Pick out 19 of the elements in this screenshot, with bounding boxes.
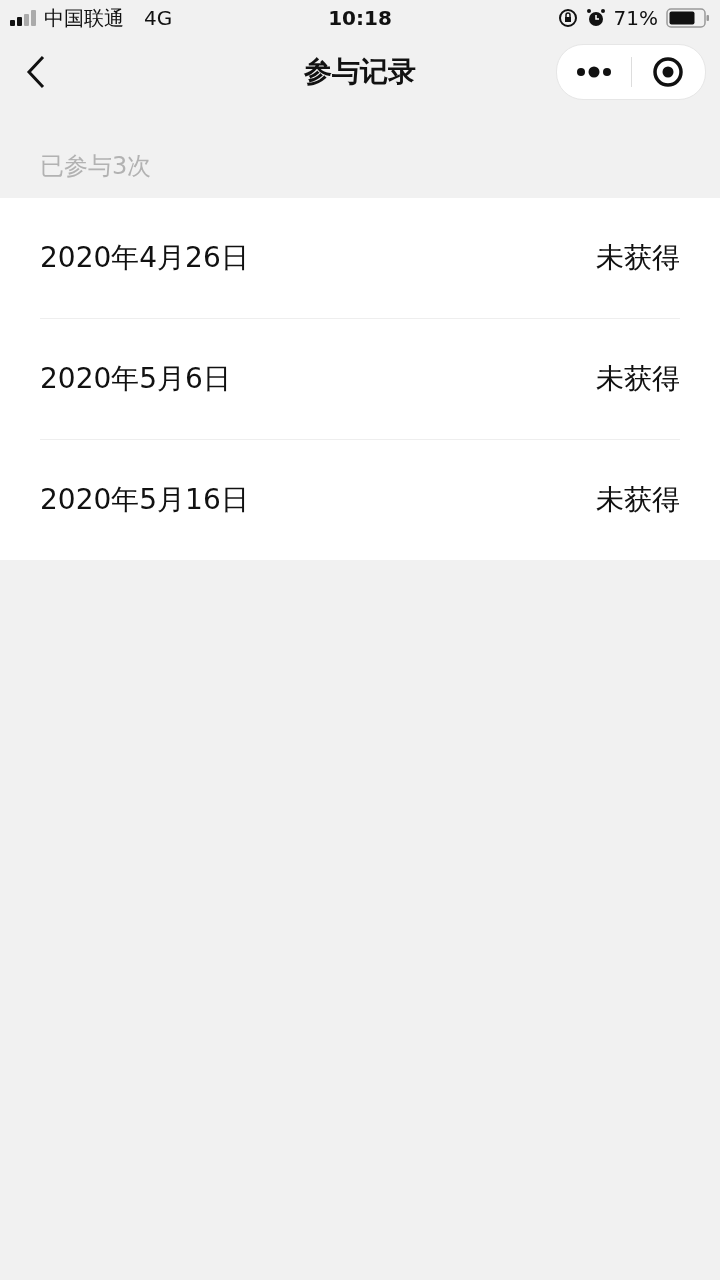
more-icon (575, 66, 612, 78)
record-date: 2020年5月16日 (40, 482, 249, 518)
carrier-name: 中国联通 (44, 4, 124, 32)
signal-icon (10, 10, 38, 26)
back-icon (26, 55, 46, 89)
target-icon (652, 56, 685, 88)
record-result: 未获得 (596, 361, 680, 397)
rotation-lock-icon (557, 8, 578, 28)
record-date: 2020年5月6日 (40, 361, 231, 397)
battery-percent: 71% (613, 6, 658, 30)
record-result: 未获得 (596, 482, 680, 518)
page-title: 参与记录 (304, 55, 416, 88)
battery-icon (666, 8, 710, 28)
network-type: 4G (144, 6, 173, 30)
participation-count: 已参与3次 (40, 152, 152, 180)
record-date: 2020年4月26日 (40, 240, 249, 276)
status-time: 10:18 (328, 6, 392, 30)
alarm-icon (585, 8, 606, 28)
record-result: 未获得 (596, 240, 680, 276)
